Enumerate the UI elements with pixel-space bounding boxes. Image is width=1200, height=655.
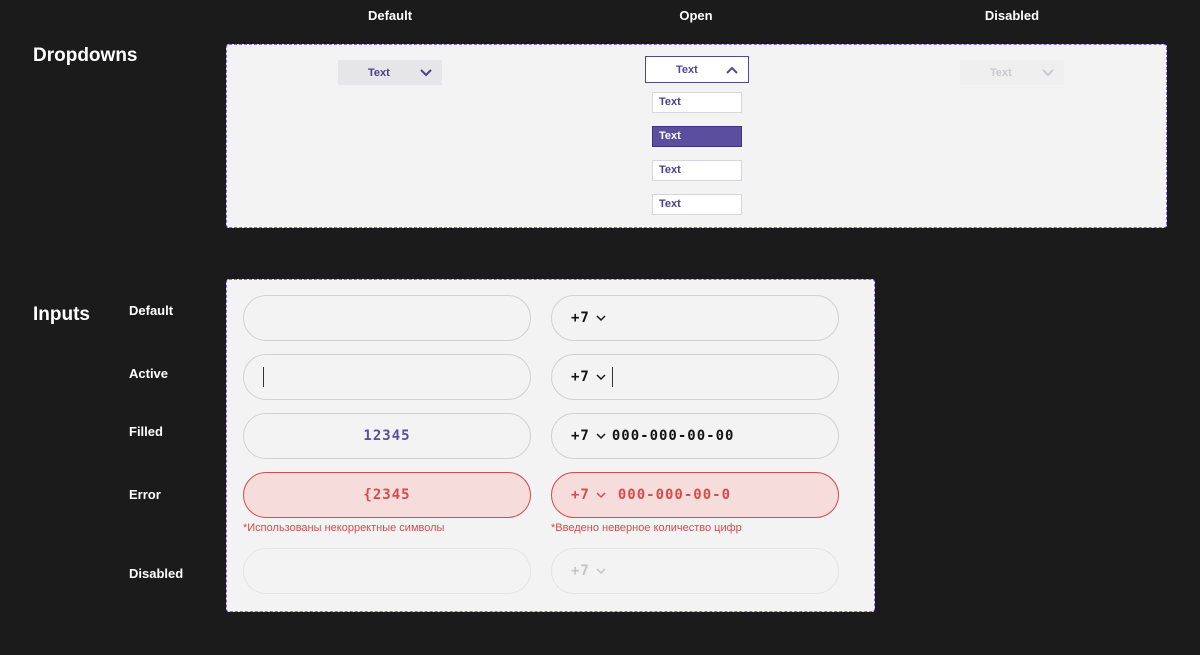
text-input-default[interactable] [243,295,531,341]
text-input-error[interactable]: {2345 [243,472,531,518]
column-header-disabled: Disabled [984,8,1040,23]
dropdown-open-label: Text [676,63,698,76]
column-header-default: Default [367,8,413,23]
chevron-down-icon [1042,68,1054,76]
country-code-label: +7 [571,428,590,444]
chevron-down-icon [596,491,606,498]
phone-input-disabled: +7 [551,548,839,594]
dropdown-default-label: Text [368,66,390,79]
country-code-label: +7 [571,310,590,326]
text-input-value: {2345 [363,487,411,503]
phone-input-default[interactable]: +7 [551,295,839,341]
text-input-filled[interactable]: 12345 [243,413,531,459]
text-caret [611,367,613,387]
country-code-selector[interactable]: +7 [571,487,612,503]
dropdown-option[interactable]: Text [652,92,742,113]
text-input-active[interactable] [243,354,531,400]
country-code-selector[interactable]: +7 [571,369,612,385]
dropdown-disabled: Text [960,60,1064,85]
country-code-label: +7 [571,369,590,385]
chevron-down-icon [420,68,432,76]
dropdowns-section-title: Dropdowns [33,45,138,66]
dropdown-option[interactable]: Text [652,194,742,215]
dropdowns-frame: Text Text Text Text Text Text Text [226,44,1167,228]
phone-input-filled[interactable]: +7 000-000-00-00 [551,413,839,459]
row-label-active: Active [129,366,169,381]
country-code-selector: +7 [571,563,612,579]
text-input-disabled [243,548,531,594]
chevron-down-icon [596,432,606,439]
inputs-section-title: Inputs [33,304,90,325]
dropdown-open[interactable]: Text [645,56,749,83]
dropdown-option[interactable]: Text [652,160,742,181]
row-label-default: Default [129,303,174,318]
phone-input-value: 000-000-00-0 [617,487,732,503]
phone-input-error[interactable]: +7 000-000-00-0 [551,472,839,518]
dropdown-option-selected[interactable]: Text [652,126,742,147]
column-header-open: Open [679,8,713,23]
chevron-down-icon [596,314,606,321]
country-code-selector[interactable]: +7 [571,428,612,444]
country-code-selector[interactable]: +7 [571,310,612,326]
error-message: *Введено неверное количество цифр [551,522,742,534]
row-label-disabled: Disabled [129,566,184,581]
phone-input-value: 000-000-00-00 [611,428,735,444]
inputs-frame: +7 +7 12345 +7 000-000-00-00 {2345 +7 00… [226,279,875,612]
chevron-down-icon [596,373,606,380]
phone-input-active[interactable]: +7 [551,354,839,400]
row-label-error: Error [129,487,161,502]
dropdown-disabled-label: Text [990,66,1012,79]
text-input-value: 12345 [363,428,411,444]
chevron-up-icon [726,66,738,74]
text-caret [263,367,264,387]
dropdown-default[interactable]: Text [338,60,442,85]
country-code-label: +7 [571,487,590,503]
chevron-down-icon [596,567,606,574]
row-label-filled: Filled [129,424,163,439]
error-message: *Использованы некорректные символы [243,522,445,534]
country-code-label: +7 [571,563,590,579]
